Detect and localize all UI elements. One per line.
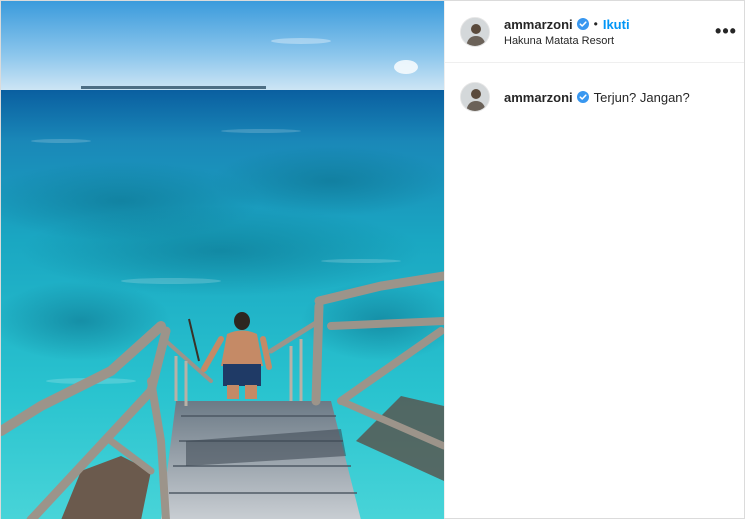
caption-text: Terjun? Jangan? xyxy=(593,89,690,105)
verified-badge-icon xyxy=(576,18,589,30)
author-row: ammarzoni • Ikuti xyxy=(504,17,630,32)
caption-body: ammarzoni Terjun? Jangan? xyxy=(504,90,690,105)
post-location[interactable]: Hakuna Matata Resort xyxy=(504,35,630,47)
author-info: ammarzoni • Ikuti Hakuna Matata Resort xyxy=(504,17,630,47)
separator-dot: • xyxy=(593,17,598,31)
verified-badge-icon xyxy=(576,91,589,103)
caption-comment: ammarzoni Terjun? Jangan? xyxy=(460,82,729,112)
instagram-post: ammarzoni • Ikuti Hakuna Matata Resort •… xyxy=(0,0,745,519)
author-username[interactable]: ammarzoni xyxy=(504,17,573,32)
comments-section: ammarzoni Terjun? Jangan? xyxy=(445,63,744,131)
caption-avatar[interactable] xyxy=(460,82,490,112)
post-header: ammarzoni • Ikuti Hakuna Matata Resort •… xyxy=(445,1,744,63)
post-sidebar: ammarzoni • Ikuti Hakuna Matata Resort •… xyxy=(444,1,744,518)
follow-button[interactable]: Ikuti xyxy=(603,17,630,32)
post-photo[interactable] xyxy=(1,1,444,519)
more-options-icon[interactable]: ••• xyxy=(714,21,738,41)
caption-username[interactable]: ammarzoni xyxy=(504,90,573,105)
author-avatar[interactable] xyxy=(460,16,490,47)
